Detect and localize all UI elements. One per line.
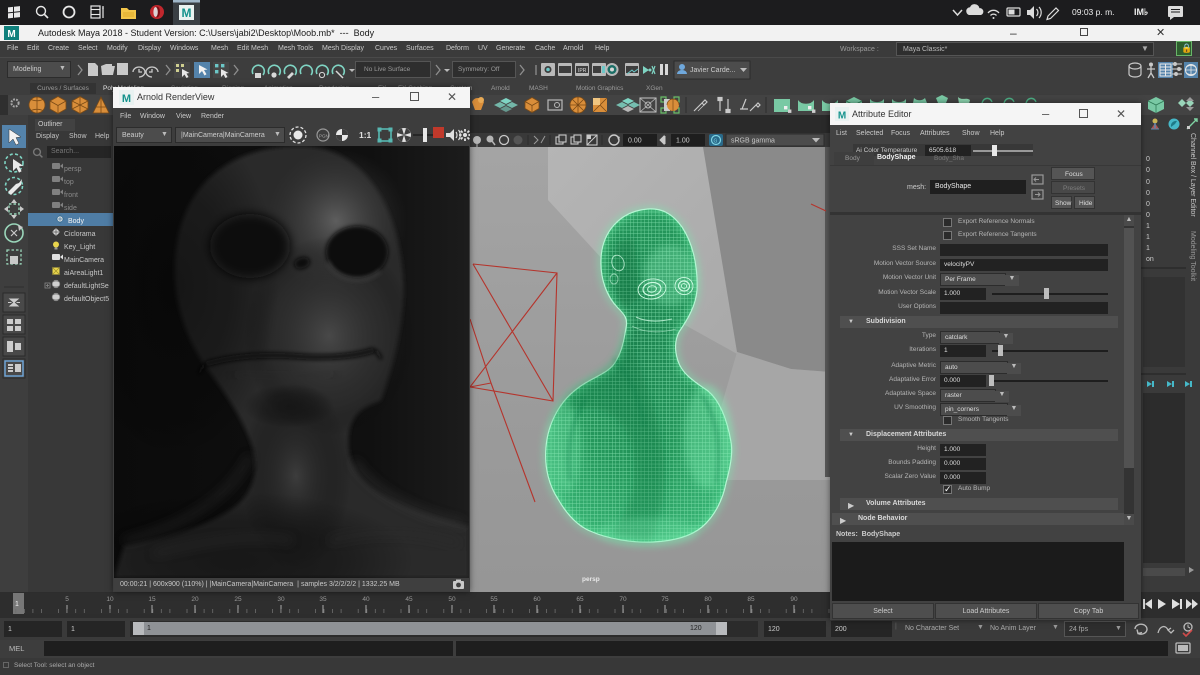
svg-text:0: 0 xyxy=(1146,201,1150,208)
svg-text:1: 1 xyxy=(1146,245,1150,252)
svg-text:1:1: 1:1 xyxy=(359,130,372,140)
svg-text:1: 1 xyxy=(1146,223,1150,230)
svg-text:70: 70 xyxy=(619,596,627,603)
svg-text:45: 45 xyxy=(405,596,413,603)
svg-text:35: 35 xyxy=(319,596,327,603)
svg-text:80: 80 xyxy=(704,596,712,603)
svg-text:side: side xyxy=(64,205,77,212)
svg-text:aiAreaLight1: aiAreaLight1 xyxy=(64,270,103,277)
svg-text:20: 20 xyxy=(191,596,199,603)
svg-text:0.00: 0.00 xyxy=(628,138,642,145)
svg-text:55: 55 xyxy=(490,596,498,603)
svg-text:0: 0 xyxy=(1146,190,1150,197)
svg-text:M: M xyxy=(182,6,192,20)
svg-text:top: top xyxy=(64,179,74,186)
svg-text:defaultLightSe: defaultLightSe xyxy=(64,283,109,290)
svg-text:Body: Body xyxy=(68,218,84,225)
svg-text:90: 90 xyxy=(790,596,798,603)
svg-text:IPR: IPR xyxy=(578,68,587,74)
svg-text:1: 1 xyxy=(15,601,19,608)
svg-text:0: 0 xyxy=(1146,167,1150,174)
svg-text:60: 60 xyxy=(533,596,541,603)
svg-text:25: 25 xyxy=(234,596,242,603)
svg-text:persp: persp xyxy=(582,576,600,583)
svg-text:M: M xyxy=(122,93,131,105)
svg-text:65: 65 xyxy=(576,596,584,603)
svg-text:M: M xyxy=(838,111,846,122)
svg-text:30: 30 xyxy=(277,596,285,603)
svg-text:G: G xyxy=(714,139,718,145)
svg-text:40: 40 xyxy=(362,596,370,603)
svg-text:75: 75 xyxy=(661,596,669,603)
svg-text:IM♭: IM♭ xyxy=(1134,7,1148,17)
svg-text:1.00: 1.00 xyxy=(676,138,690,145)
svg-text:Javier Carde...: Javier Carde... xyxy=(690,67,736,74)
svg-text:5: 5 xyxy=(65,596,69,603)
svg-text:09:03 p. m.: 09:03 p. m. xyxy=(1072,7,1115,17)
svg-text:0: 0 xyxy=(1146,212,1150,219)
svg-text:front: front xyxy=(64,192,78,199)
svg-text:defaultObject5: defaultObject5 xyxy=(64,296,109,303)
svg-text:persp: persp xyxy=(64,166,82,173)
svg-text:10: 10 xyxy=(106,596,114,603)
svg-text:50: 50 xyxy=(448,596,456,603)
svg-text:1: 1 xyxy=(1146,234,1150,241)
svg-text:15: 15 xyxy=(148,596,156,603)
svg-text:0: 0 xyxy=(1146,179,1150,186)
svg-text:sRGB gamma: sRGB gamma xyxy=(731,138,775,145)
svg-text:MainCamera: MainCamera xyxy=(64,257,104,264)
svg-text:PGN: PGN xyxy=(319,134,329,139)
svg-text:85: 85 xyxy=(747,596,755,603)
svg-text:M: M xyxy=(7,29,15,40)
svg-text:on: on xyxy=(1146,256,1154,263)
svg-text:Key_Light: Key_Light xyxy=(64,244,95,251)
svg-text:Ciclorama: Ciclorama xyxy=(64,231,96,238)
svg-text:0: 0 xyxy=(1146,156,1150,163)
